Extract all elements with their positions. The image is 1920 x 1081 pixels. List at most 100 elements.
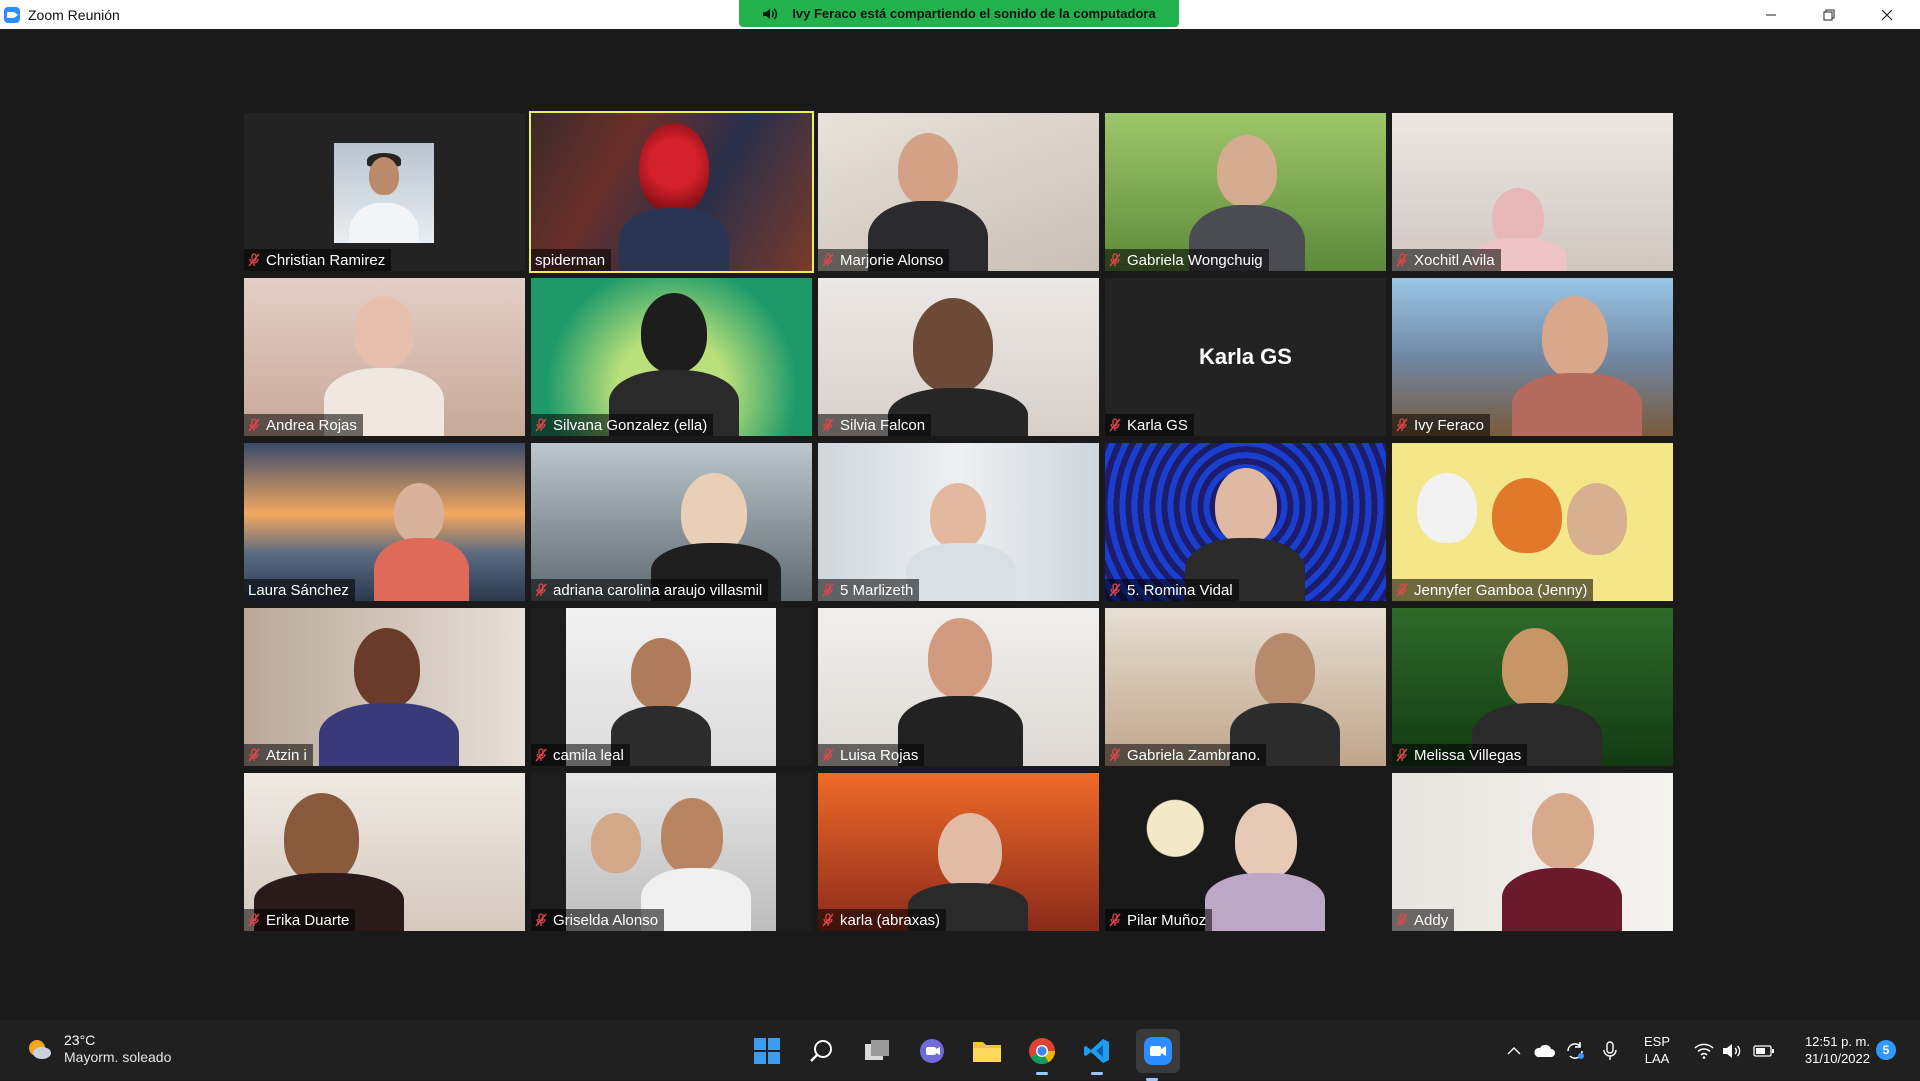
mic-muted-icon xyxy=(822,913,834,927)
sync-button[interactable] xyxy=(1563,1039,1587,1063)
microphone-button[interactable] xyxy=(1598,1039,1622,1063)
video-tile-active-speaker[interactable]: spiderman xyxy=(529,111,814,273)
participant-name: Melissa Villegas xyxy=(1414,746,1522,764)
participant-name-bar: Gabriela Zambrano. xyxy=(1105,744,1267,766)
participant-name-bar: Gabriela Wongchuig xyxy=(1105,249,1269,271)
participant-name: camila leal xyxy=(553,746,624,764)
mic-muted-icon xyxy=(822,253,834,267)
start-button[interactable] xyxy=(751,1035,783,1067)
wifi-button[interactable] xyxy=(1692,1039,1716,1063)
video-tile[interactable]: Griselda Alonso xyxy=(531,773,812,931)
minimize-button[interactable] xyxy=(1742,0,1800,29)
video-tile[interactable]: Jennyfer Gamboa (Jenny) xyxy=(1392,443,1673,601)
video-tile[interactable]: Addy xyxy=(1392,773,1673,931)
video-tile[interactable]: Andrea Rojas xyxy=(244,278,525,436)
participant-name-bar: Atzin i xyxy=(244,744,313,766)
minimize-icon xyxy=(1766,14,1776,15)
video-tile[interactable]: Xochitl Avila xyxy=(1392,113,1673,271)
participant-name: Silvia Falcon xyxy=(840,416,926,434)
video-tile[interactable]: Ivy Feraco xyxy=(1392,278,1673,436)
video-tile[interactable]: 5 Marlizeth xyxy=(818,443,1099,601)
video-tile[interactable]: Gabriela Wongchuig xyxy=(1105,113,1386,271)
zoom-app-icon xyxy=(4,6,20,23)
participant-name: Silvana Gonzalez (ella) xyxy=(553,416,708,434)
battery-button[interactable] xyxy=(1752,1039,1776,1063)
video-tile[interactable]: Laura Sánchez xyxy=(244,443,525,601)
zoom-taskbar-button[interactable] xyxy=(1136,1029,1180,1081)
participant-display-name: Karla GS xyxy=(1199,344,1292,369)
video-tile[interactable]: adriana carolina araujo villasmil xyxy=(531,443,812,601)
weather-temperature: 23°C xyxy=(64,1032,96,1048)
search-icon xyxy=(810,1040,832,1062)
mic-muted-icon xyxy=(535,748,547,762)
share-audio-banner[interactable]: Ivy Feraco está compartiendo el sonido d… xyxy=(739,0,1179,27)
video-tile[interactable]: Marjorie Alonso xyxy=(818,113,1099,271)
participant-name: Jennyfer Gamboa (Jenny) xyxy=(1414,581,1588,599)
participant-name: Christian Ramirez xyxy=(266,251,386,269)
video-tile[interactable]: Erika Duarte xyxy=(244,773,525,931)
video-tile[interactable]: Christian Ramirez xyxy=(244,113,525,271)
weather-widget[interactable]: 23°C Mayorm. soleado xyxy=(26,1032,171,1066)
participant-name: Addy xyxy=(1414,911,1449,929)
clock-date: 31/10/2022 xyxy=(1804,1051,1870,1066)
mic-muted-icon xyxy=(1109,913,1121,927)
participant-name: Atzin i xyxy=(266,746,307,764)
video-tile[interactable]: camila leal xyxy=(531,608,812,766)
mic-muted-icon xyxy=(248,418,260,432)
participant-name: adriana carolina araujo villasmil xyxy=(553,581,763,599)
mic-muted-icon xyxy=(1109,253,1121,267)
video-tile[interactable]: Atzin i xyxy=(244,608,525,766)
video-tile[interactable]: Silvana Gonzalez (ella) xyxy=(531,278,812,436)
file-explorer-button[interactable] xyxy=(971,1035,1003,1067)
taskbar: 23°C Mayorm. soleado ESP LAA 12:51 p. m.… xyxy=(0,1020,1920,1081)
show-hidden-icons-button[interactable] xyxy=(1502,1039,1526,1063)
participant-name-bar: camila leal xyxy=(531,744,630,766)
search-button[interactable] xyxy=(806,1035,838,1067)
speaker-icon xyxy=(762,7,778,21)
video-tile[interactable]: Melissa Villegas xyxy=(1392,608,1673,766)
vscode-button[interactable] xyxy=(1081,1035,1113,1075)
video-tile[interactable]: karla (abraxas) xyxy=(818,773,1099,931)
volume-button[interactable] xyxy=(1720,1039,1744,1063)
participant-name-bar: Silvana Gonzalez (ella) xyxy=(531,414,714,436)
keyboard-layout: LAA xyxy=(1644,1051,1670,1066)
video-tile[interactable]: Gabriela Zambrano. xyxy=(1105,608,1386,766)
participant-name-bar: Erika Duarte xyxy=(244,909,356,931)
participant-name-bar: Laura Sánchez xyxy=(244,579,355,601)
video-tile-no-video[interactable]: Karla GS Karla GS xyxy=(1105,278,1386,436)
video-tile[interactable]: Silvia Falcon xyxy=(818,278,1099,436)
video-tile[interactable]: Luisa Rojas xyxy=(818,608,1099,766)
input-language-indicator[interactable]: ESP LAA xyxy=(1644,1033,1670,1067)
video-tile[interactable]: 5. Romina Vidal xyxy=(1105,443,1386,601)
participant-name-bar: Luisa Rojas xyxy=(818,744,925,766)
participant-name-bar: Karla GS xyxy=(1105,414,1194,436)
chrome-button[interactable] xyxy=(1026,1035,1058,1075)
onedrive-button[interactable] xyxy=(1532,1039,1556,1063)
restore-icon xyxy=(1823,9,1835,20)
video-tile[interactable]: Pilar Muñoz xyxy=(1105,773,1386,931)
mic-muted-icon xyxy=(1396,748,1408,762)
taskbar-clock[interactable]: 12:51 p. m. 31/10/2022 xyxy=(1792,1033,1870,1067)
participant-name-bar: Jennyfer Gamboa (Jenny) xyxy=(1392,579,1594,601)
microphone-icon xyxy=(1603,1041,1617,1060)
chat-button[interactable] xyxy=(916,1035,948,1067)
participant-name-bar: Christian Ramirez xyxy=(244,249,392,271)
mic-muted-icon xyxy=(535,418,547,432)
participant-name: Ivy Feraco xyxy=(1414,416,1485,434)
restore-button[interactable] xyxy=(1800,0,1858,29)
participant-name-bar: Pilar Muñoz xyxy=(1105,909,1213,931)
notification-badge[interactable]: 5 xyxy=(1876,1040,1896,1060)
mic-muted-icon xyxy=(535,913,547,927)
participant-name-bar: spiderman xyxy=(531,249,612,271)
task-view-button[interactable] xyxy=(861,1035,893,1067)
mic-muted-icon xyxy=(1396,253,1408,267)
participant-name-bar: Griselda Alonso xyxy=(531,909,665,931)
mic-muted-icon xyxy=(1396,418,1408,432)
mic-muted-icon xyxy=(822,583,834,597)
participant-name-bar: Andrea Rojas xyxy=(244,414,363,436)
mic-muted-icon xyxy=(535,583,547,597)
close-button[interactable] xyxy=(1858,0,1916,29)
participant-name: 5. Romina Vidal xyxy=(1127,581,1233,599)
participant-name-bar: Silvia Falcon xyxy=(818,414,932,436)
chat-icon xyxy=(920,1039,944,1063)
